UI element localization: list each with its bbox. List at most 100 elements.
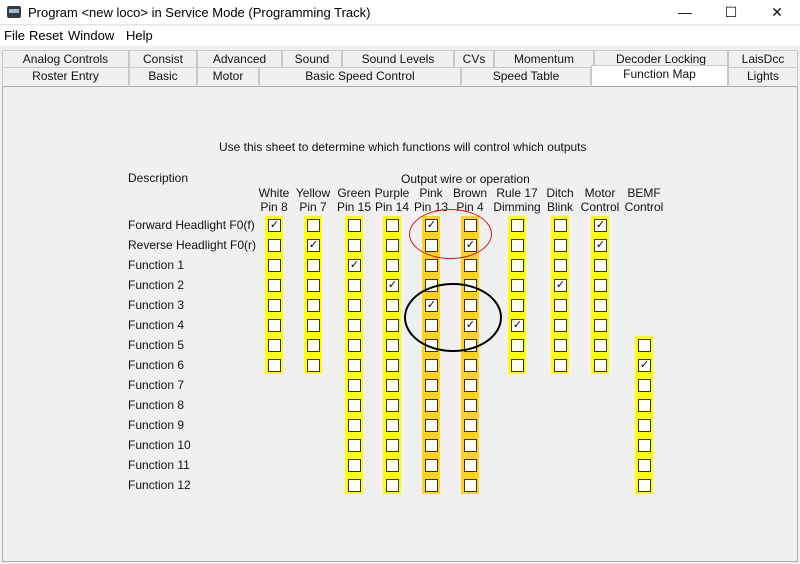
minimize-button[interactable]: — — [662, 0, 708, 25]
function-output-checkbox[interactable] — [425, 459, 438, 472]
function-output-checkbox[interactable] — [511, 359, 524, 372]
function-output-checkbox[interactable] — [307, 359, 320, 372]
function-output-checkbox[interactable] — [307, 299, 320, 312]
function-output-checkbox[interactable] — [511, 339, 524, 352]
function-output-checkbox[interactable] — [464, 459, 477, 472]
function-output-checkbox[interactable] — [638, 419, 651, 432]
function-output-checkbox[interactable] — [554, 219, 567, 232]
function-output-checkbox[interactable] — [268, 279, 281, 292]
function-output-checkbox[interactable] — [386, 278, 399, 292]
function-output-checkbox[interactable] — [511, 219, 524, 232]
function-output-checkbox[interactable] — [425, 379, 438, 392]
function-output-checkbox[interactable] — [594, 279, 607, 292]
tab-function-map[interactable]: Function Map — [591, 65, 728, 86]
function-output-checkbox[interactable] — [425, 479, 438, 492]
function-output-checkbox[interactable] — [425, 259, 438, 272]
function-output-checkbox[interactable] — [464, 359, 477, 372]
function-output-checkbox[interactable] — [511, 299, 524, 312]
function-output-checkbox[interactable] — [425, 439, 438, 452]
function-output-checkbox[interactable] — [511, 279, 524, 292]
function-output-checkbox[interactable] — [464, 259, 477, 272]
function-output-checkbox[interactable] — [348, 379, 361, 392]
function-output-checkbox[interactable] — [511, 318, 524, 332]
function-output-checkbox[interactable] — [348, 319, 361, 332]
function-output-checkbox[interactable] — [386, 419, 399, 432]
close-button[interactable]: ✕ — [754, 0, 800, 25]
function-output-checkbox[interactable] — [348, 459, 361, 472]
function-output-checkbox[interactable] — [268, 239, 281, 252]
function-output-checkbox[interactable] — [386, 439, 399, 452]
tab-consist[interactable]: Consist — [129, 50, 197, 68]
tab-roster-entry[interactable]: Roster Entry — [2, 67, 129, 85]
tab-sound-levels[interactable]: Sound Levels — [342, 50, 454, 68]
tab-momentum[interactable]: Momentum — [494, 50, 594, 68]
function-output-checkbox[interactable] — [554, 299, 567, 312]
function-output-checkbox[interactable] — [594, 259, 607, 272]
function-output-checkbox[interactable] — [554, 359, 567, 372]
function-output-checkbox[interactable] — [638, 358, 651, 372]
function-output-checkbox[interactable] — [425, 419, 438, 432]
function-output-checkbox[interactable] — [638, 339, 651, 352]
function-output-checkbox[interactable] — [348, 258, 361, 272]
function-output-checkbox[interactable] — [594, 359, 607, 372]
function-output-checkbox[interactable] — [307, 238, 320, 252]
function-output-checkbox[interactable] — [386, 359, 399, 372]
function-output-checkbox[interactable] — [348, 439, 361, 452]
function-output-checkbox[interactable] — [307, 339, 320, 352]
tab-laisdcc[interactable]: LaisDcc — [728, 50, 798, 68]
function-output-checkbox[interactable] — [638, 379, 651, 392]
function-output-checkbox[interactable] — [638, 459, 651, 472]
tab-speed-table[interactable]: Speed Table — [461, 67, 591, 85]
function-output-checkbox[interactable] — [348, 339, 361, 352]
function-output-checkbox[interactable] — [638, 479, 651, 492]
function-output-checkbox[interactable] — [348, 419, 361, 432]
tab-basic[interactable]: Basic — [129, 67, 197, 85]
menu-file[interactable]: File — [4, 28, 25, 43]
function-output-checkbox[interactable] — [464, 399, 477, 412]
function-output-checkbox[interactable] — [464, 479, 477, 492]
function-output-checkbox[interactable] — [386, 479, 399, 492]
function-output-checkbox[interactable] — [307, 319, 320, 332]
function-output-checkbox[interactable] — [386, 239, 399, 252]
function-output-checkbox[interactable] — [554, 278, 567, 292]
function-output-checkbox[interactable] — [268, 299, 281, 312]
function-output-checkbox[interactable] — [386, 319, 399, 332]
function-output-checkbox[interactable] — [348, 299, 361, 312]
menu-window[interactable]: Window — [68, 28, 114, 43]
tab-analog-controls[interactable]: Analog Controls — [2, 50, 129, 68]
function-output-checkbox[interactable] — [268, 259, 281, 272]
function-output-checkbox[interactable] — [348, 399, 361, 412]
function-output-checkbox[interactable] — [594, 218, 607, 232]
function-output-checkbox[interactable] — [386, 219, 399, 232]
function-output-checkbox[interactable] — [594, 339, 607, 352]
function-output-checkbox[interactable] — [386, 259, 399, 272]
function-output-checkbox[interactable] — [554, 339, 567, 352]
function-output-checkbox[interactable] — [348, 479, 361, 492]
function-output-checkbox[interactable] — [386, 339, 399, 352]
tab-advanced[interactable]: Advanced — [197, 50, 282, 68]
maximize-button[interactable]: ☐ — [708, 0, 754, 25]
function-output-checkbox[interactable] — [425, 359, 438, 372]
tab-sound[interactable]: Sound — [282, 50, 342, 68]
menu-reset[interactable]: Reset — [29, 28, 63, 43]
tab-motor[interactable]: Motor — [197, 67, 259, 85]
function-output-checkbox[interactable] — [348, 239, 361, 252]
menu-help[interactable]: Help — [126, 28, 153, 43]
tab-basic-speed-control[interactable]: Basic Speed Control — [259, 67, 461, 85]
function-output-checkbox[interactable] — [268, 359, 281, 372]
function-output-checkbox[interactable] — [554, 239, 567, 252]
function-output-checkbox[interactable] — [268, 319, 281, 332]
function-output-checkbox[interactable] — [594, 299, 607, 312]
function-output-checkbox[interactable] — [554, 319, 567, 332]
function-output-checkbox[interactable] — [594, 319, 607, 332]
function-output-checkbox[interactable] — [464, 419, 477, 432]
tab-cvs[interactable]: CVs — [454, 50, 494, 68]
function-output-checkbox[interactable] — [307, 259, 320, 272]
function-output-checkbox[interactable] — [268, 218, 281, 232]
function-output-checkbox[interactable] — [348, 359, 361, 372]
tab-lights[interactable]: Lights — [728, 67, 798, 85]
function-output-checkbox[interactable] — [307, 279, 320, 292]
function-output-checkbox[interactable] — [348, 279, 361, 292]
function-output-checkbox[interactable] — [268, 339, 281, 352]
function-output-checkbox[interactable] — [386, 459, 399, 472]
